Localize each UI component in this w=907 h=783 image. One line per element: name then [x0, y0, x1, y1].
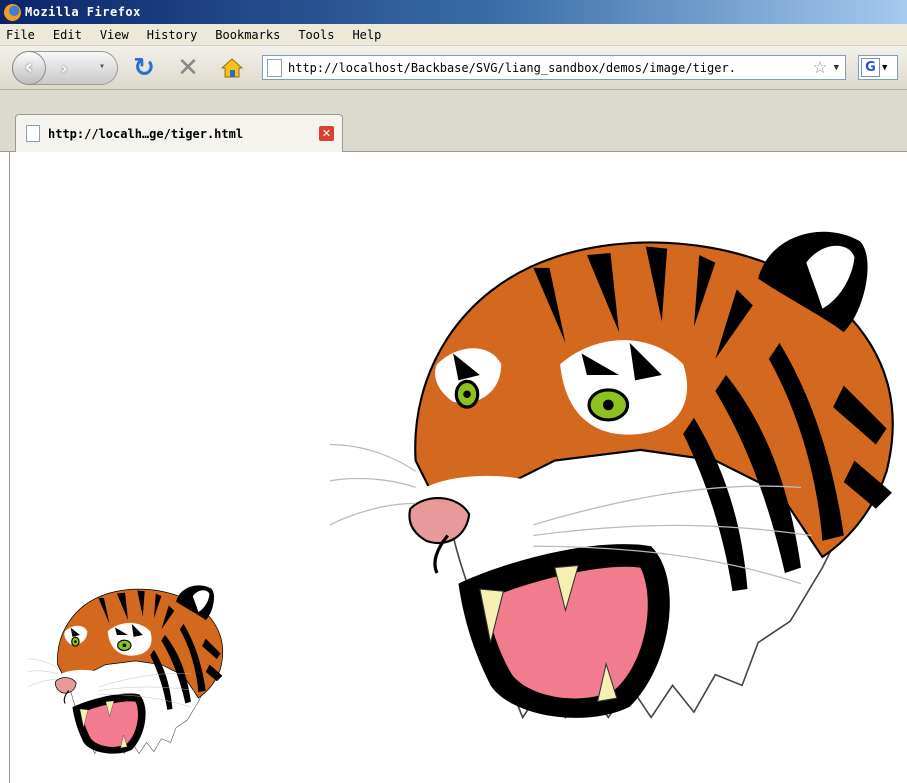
search-engine-dropdown-icon[interactable]: ▼ [882, 63, 887, 73]
reload-icon: ↻ [133, 52, 155, 83]
home-button[interactable] [214, 51, 250, 85]
firefox-logo-icon [4, 3, 21, 21]
menu-edit[interactable]: Edit [53, 28, 82, 42]
page-icon [267, 58, 282, 77]
menu-bar: File Edit View History Bookmarks Tools H… [0, 24, 907, 46]
stop-icon: ✕ [177, 52, 199, 83]
menu-tools[interactable]: Tools [298, 28, 334, 42]
back-icon: ‹ [22, 55, 36, 80]
history-dropdown-icon[interactable]: ▾ [99, 61, 105, 72]
menu-view[interactable]: View [100, 28, 129, 42]
back-button[interactable]: ‹ [12, 50, 46, 85]
tab-bar: http://localh…ge/tiger.html ✕ [0, 90, 907, 152]
menu-help[interactable]: Help [352, 28, 381, 42]
tiger-image-small [28, 584, 224, 755]
forward-icon: › [59, 58, 70, 79]
title-bar: Mozilla Firefox [0, 0, 907, 24]
stop-button[interactable]: ✕ [170, 51, 206, 85]
menu-history[interactable]: History [147, 28, 198, 42]
tab-tiger[interactable]: http://localh…ge/tiger.html ✕ [15, 114, 343, 152]
url-dropdown-icon[interactable]: ▼ [834, 63, 839, 73]
window-title: Mozilla Firefox [25, 5, 141, 19]
tab-close-icon[interactable]: ✕ [319, 126, 334, 141]
forward-button[interactable]: › [59, 59, 69, 79]
tiger-image-large [330, 230, 895, 720]
navigation-toolbar: ‹ › ▾ ↻ ✕ http://localhost/Backbase/SVG/… [0, 46, 907, 90]
page-content [9, 152, 907, 783]
tab-title: http://localh…ge/tiger.html [48, 126, 244, 141]
url-bar[interactable]: http://localhost/Backbase/SVG/liang_sand… [262, 55, 846, 80]
google-search-engine-icon[interactable]: G [861, 58, 880, 77]
home-icon [220, 57, 244, 77]
reload-button[interactable]: ↻ [126, 51, 162, 85]
back-forward-group: ‹ › ▾ [12, 50, 118, 85]
url-text[interactable]: http://localhost/Backbase/SVG/liang_sand… [288, 61, 808, 75]
menu-bookmarks[interactable]: Bookmarks [215, 28, 280, 42]
page-icon [26, 125, 40, 142]
search-box[interactable]: G ▼ [858, 55, 898, 80]
bookmark-star-icon[interactable]: ☆ [812, 58, 827, 78]
menu-file[interactable]: File [6, 28, 35, 42]
